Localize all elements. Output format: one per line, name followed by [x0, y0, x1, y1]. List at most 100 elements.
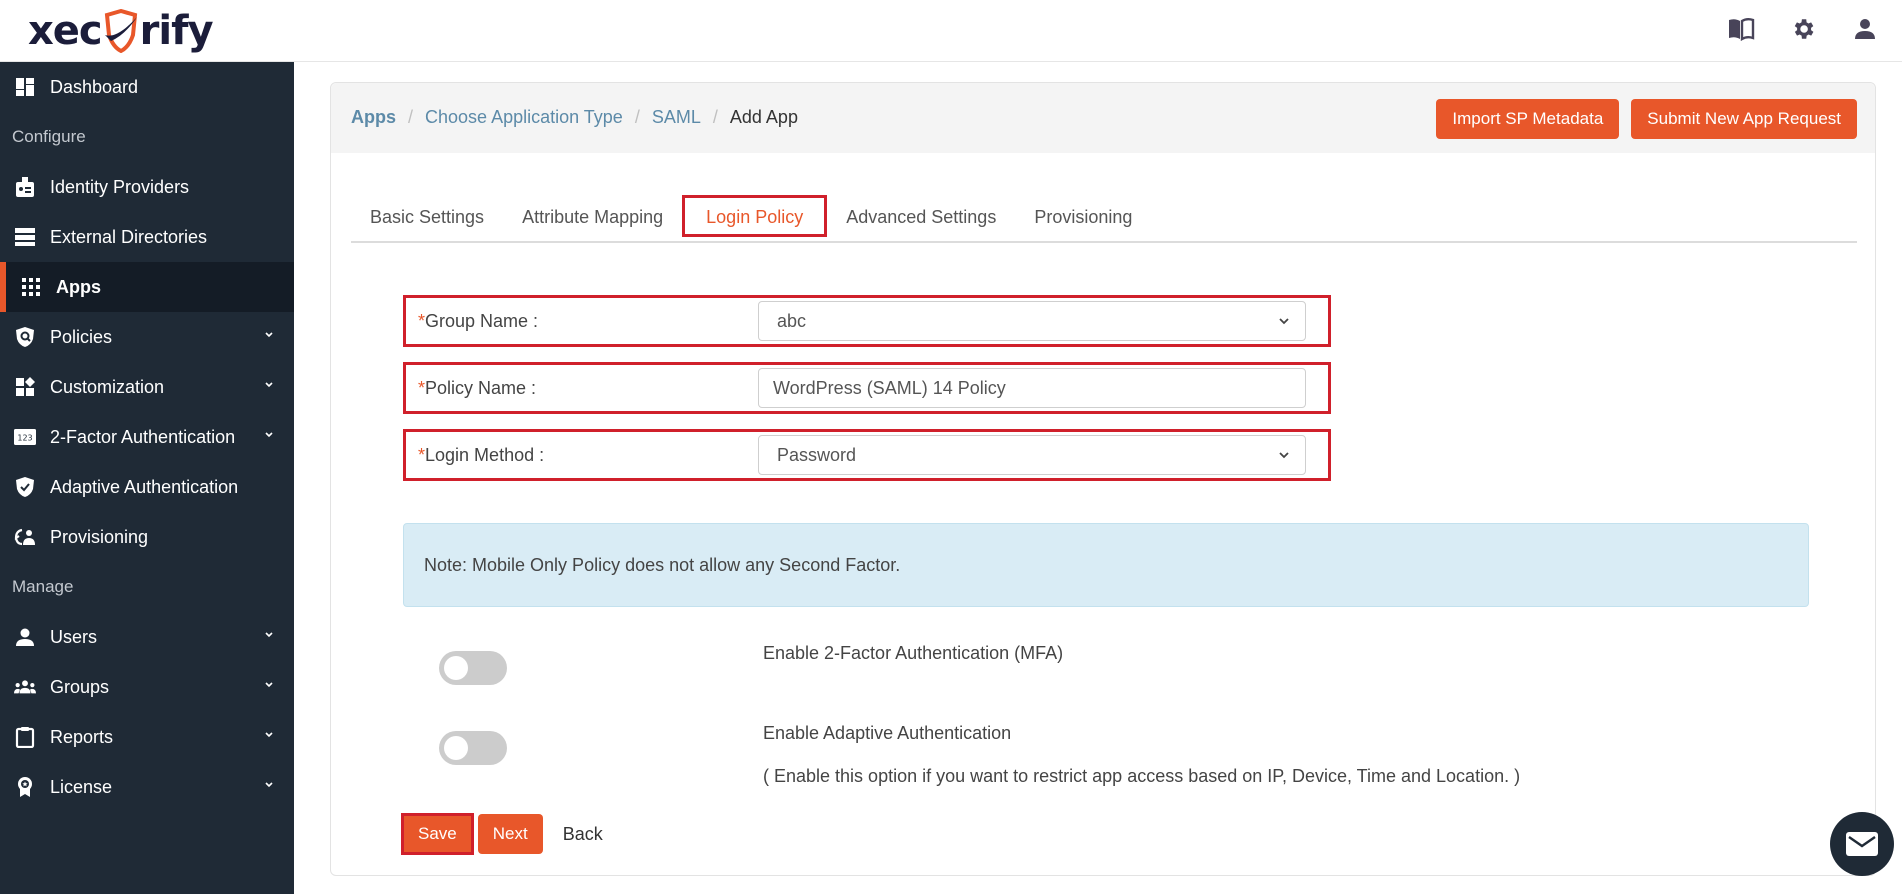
- logo-text-left: xec: [28, 8, 103, 54]
- sidebar-item-label: Adaptive Authentication: [50, 476, 239, 497]
- breadcrumb-separator: /: [408, 107, 414, 127]
- sidebar-item-license[interactable]: License: [0, 762, 294, 812]
- policy-name-value: WordPress (SAML) 14 Policy: [773, 377, 1006, 398]
- chevron-down-icon: [265, 432, 273, 438]
- gear-icon[interactable]: [1786, 12, 1820, 46]
- id-badge-icon: [14, 176, 36, 198]
- next-button[interactable]: Next: [477, 814, 543, 854]
- contact-support-button[interactable]: [1830, 812, 1894, 876]
- adaptive-auth-hint: ( Enable this option if you want to rest…: [763, 766, 1521, 786]
- sidebar-item-customization[interactable]: Customization: [0, 362, 294, 412]
- import-sp-metadata-button[interactable]: Import SP Metadata: [1436, 99, 1620, 139]
- customization-icon: [14, 376, 36, 398]
- tab-basic-settings[interactable]: Basic Settings: [351, 195, 503, 239]
- sidebar-item-label: Policies: [50, 326, 113, 347]
- chevron-down-icon: [265, 782, 273, 788]
- directories-icon: [14, 226, 36, 248]
- tab-login-policy[interactable]: Login Policy: [682, 195, 828, 237]
- tab-advanced-settings[interactable]: Advanced Settings: [827, 195, 1015, 239]
- chevron-down-icon: [1279, 318, 1289, 325]
- group-name-row: *Group Name : abc: [403, 295, 1331, 347]
- user-icon: [14, 626, 36, 648]
- submit-new-app-request-button[interactable]: Submit New App Request: [1631, 99, 1857, 139]
- breadcrumb-apps[interactable]: Apps: [351, 107, 396, 128]
- group-name-value: abc: [777, 310, 807, 331]
- chevron-down-icon: [1279, 452, 1289, 459]
- sidebar-item-label: 2-Factor Authentication: [50, 426, 236, 447]
- breadcrumb-separator: /: [712, 107, 718, 127]
- apps-grid-icon: [20, 276, 42, 298]
- sidebar-item-identity-providers[interactable]: Identity Providers: [0, 162, 294, 212]
- sidebar-item-label: Identity Providers: [50, 176, 190, 197]
- login-method-row: *Login Method : Password: [403, 429, 1331, 481]
- sidebar-item-policies[interactable]: Policies: [0, 312, 294, 362]
- xecurify-logo[interactable]: xec rify: [28, 8, 214, 54]
- mobile-policy-note: Note: Mobile Only Policy does not allow …: [403, 523, 1809, 607]
- policy-name-row: *Policy Name : WordPress (SAML) 14 Polic…: [403, 362, 1331, 414]
- login-method-label: *Login Method :: [418, 444, 545, 465]
- clipboard-icon: [14, 726, 36, 748]
- tab-attribute-mapping[interactable]: Attribute Mapping: [503, 195, 682, 239]
- breadcrumb-bar: Apps / Choose Application Type / SAML / …: [331, 83, 1875, 153]
- chevron-down-icon: [265, 682, 273, 688]
- sidebar-section-configure: Configure: [12, 127, 86, 146]
- sidebar-item-adaptive-auth[interactable]: Adaptive Authentication: [0, 462, 294, 512]
- sidebar-item-apps[interactable]: Apps: [0, 262, 294, 312]
- sidebar-item-dashboard[interactable]: Dashboard: [0, 62, 294, 112]
- sidebar-item-external-directories[interactable]: External Directories: [0, 212, 294, 262]
- login-method-value: Password: [777, 444, 857, 465]
- logo-text-right: rify: [139, 8, 214, 54]
- svg-text:123: 123: [17, 434, 32, 443]
- mfa-toggle-label: Enable 2-Factor Authentication (MFA): [763, 643, 1064, 663]
- back-button[interactable]: Back: [563, 824, 603, 845]
- policy-name-label: *Policy Name :: [418, 377, 537, 398]
- mail-icon: [1846, 832, 1878, 856]
- save-button[interactable]: Save: [401, 813, 474, 855]
- breadcrumb-choose-type[interactable]: Choose Application Type: [425, 107, 623, 128]
- logo-shield-icon: [104, 9, 137, 53]
- award-icon: [14, 776, 36, 798]
- sidebar-section-manage: Manage: [12, 577, 74, 596]
- sidebar-item-label: Users: [50, 626, 98, 647]
- breadcrumb-separator: /: [634, 107, 640, 127]
- sidebar-item-users[interactable]: Users: [0, 612, 294, 662]
- add-app-card: Apps / Choose Application Type / SAML / …: [330, 82, 1876, 876]
- form-actions: Save Next Back: [401, 813, 603, 855]
- chevron-down-icon: [265, 332, 273, 338]
- group-name-label: *Group Name :: [418, 310, 539, 331]
- sidebar-item-label: Dashboard: [50, 76, 139, 97]
- sidebar-item-groups[interactable]: Groups: [0, 662, 294, 712]
- sidebar-item-2fa[interactable]: 123 2-Factor Authentication: [0, 412, 294, 462]
- numeric-123-icon: 123: [14, 426, 36, 448]
- shield-check-icon: [14, 476, 36, 498]
- chevron-down-icon: [265, 382, 273, 388]
- sidebar-item-label: Apps: [56, 276, 101, 297]
- main-content: Apps / Choose Application Type / SAML / …: [294, 62, 1902, 894]
- sidebar-item-label: Reports: [50, 726, 114, 747]
- toggle-knob: [444, 656, 468, 680]
- sidebar-item-reports[interactable]: Reports: [0, 712, 294, 762]
- tab-provisioning[interactable]: Provisioning: [1015, 195, 1151, 239]
- user-icon[interactable]: [1848, 12, 1882, 46]
- mfa-toggle[interactable]: [439, 651, 507, 685]
- book-icon[interactable]: [1724, 12, 1758, 46]
- top-bar: xec rify: [0, 0, 1902, 62]
- dashboard-icon: [14, 76, 36, 98]
- adaptive-auth-toggle[interactable]: [439, 731, 507, 765]
- login-method-select[interactable]: Password: [758, 435, 1306, 475]
- group-name-select[interactable]: abc: [758, 301, 1306, 341]
- sidebar-item-label: External Directories: [50, 226, 208, 247]
- breadcrumb-saml[interactable]: SAML: [652, 107, 701, 128]
- sidebar-item-provisioning[interactable]: Provisioning: [0, 512, 294, 562]
- policy-name-input[interactable]: WordPress (SAML) 14 Policy: [758, 368, 1306, 408]
- provisioning-icon: [14, 526, 36, 548]
- chevron-down-icon: [265, 632, 273, 638]
- toggle-knob: [444, 736, 468, 760]
- sidebar-item-label: Customization: [50, 376, 165, 397]
- sidebar-item-label: Groups: [50, 676, 110, 697]
- settings-tabs: Basic Settings Attribute Mapping Login P…: [351, 195, 1857, 243]
- groups-icon: [14, 676, 36, 698]
- sidebar-item-label: Provisioning: [50, 526, 149, 547]
- breadcrumb: Apps / Choose Application Type / SAML / …: [351, 107, 798, 128]
- sidebar-item-label: License: [50, 776, 113, 797]
